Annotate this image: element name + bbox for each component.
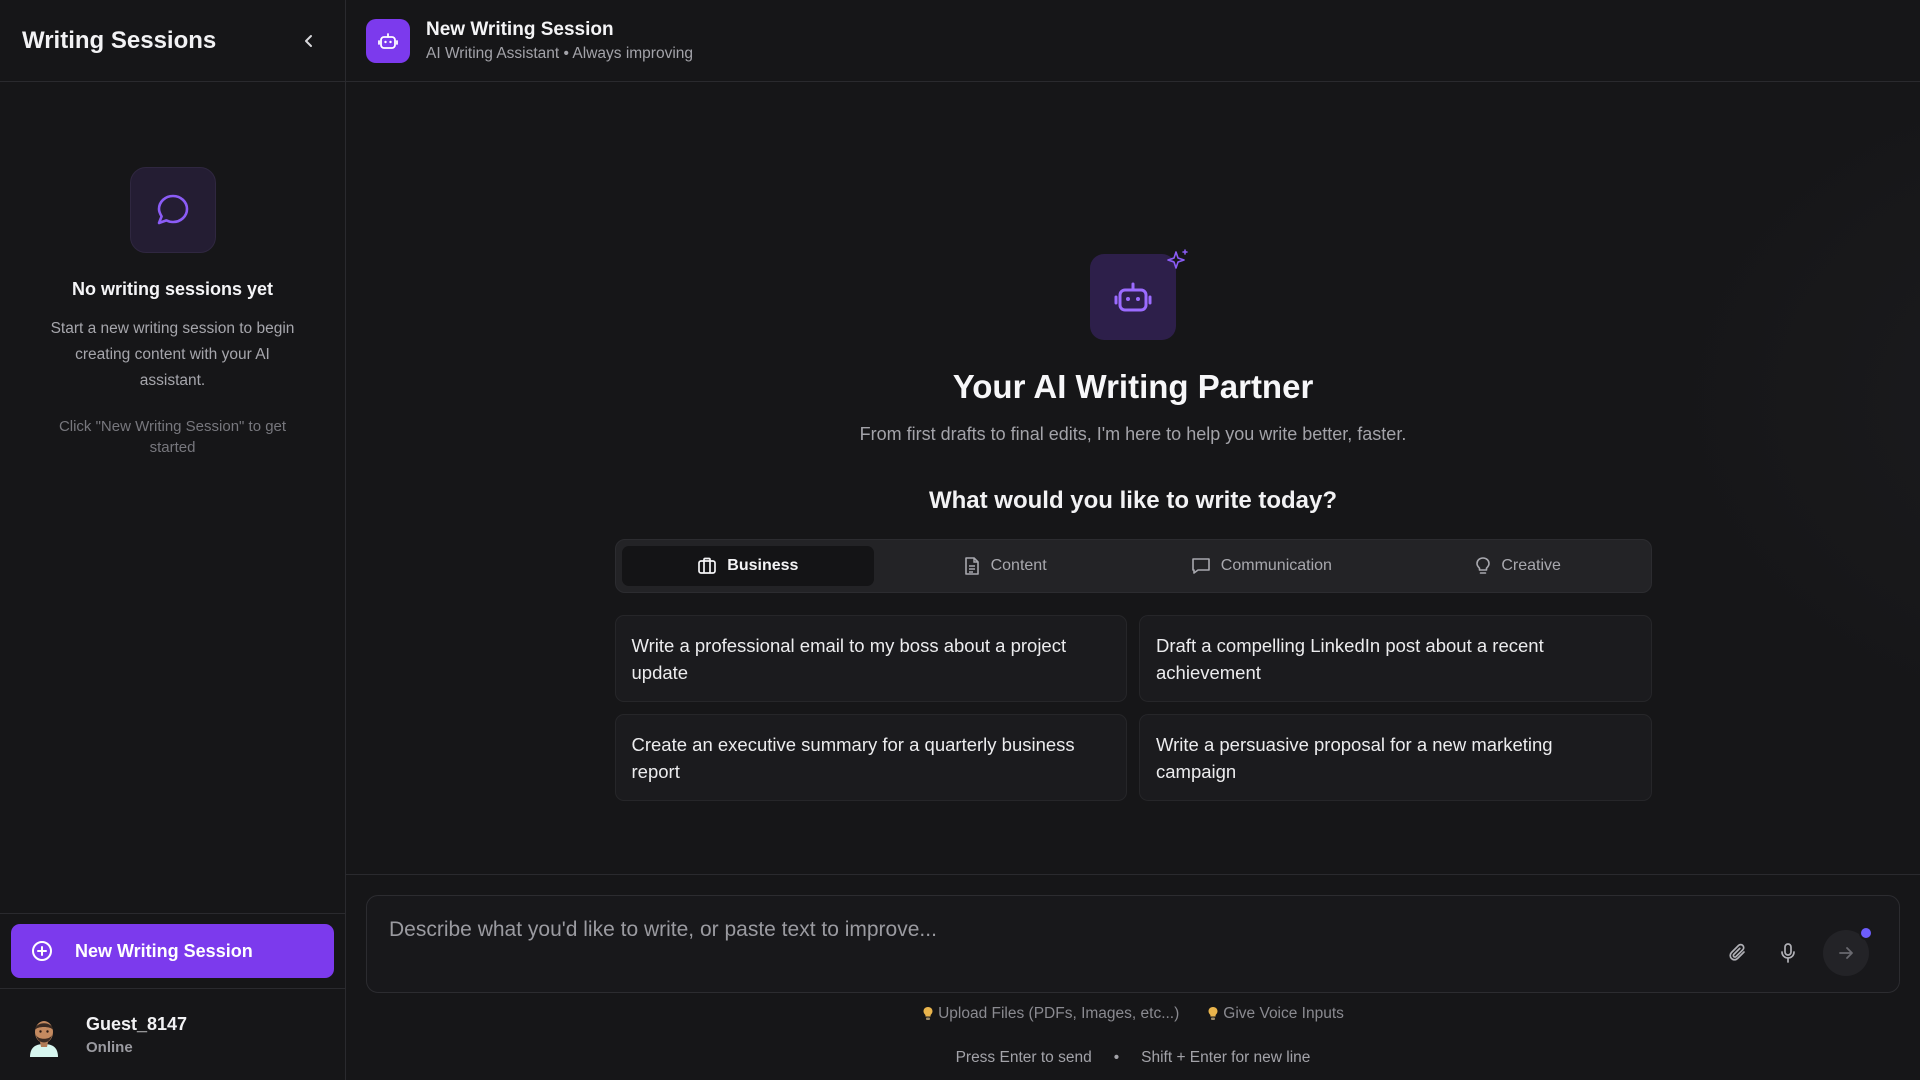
empty-state-icon-box [129, 167, 216, 253]
hero-subtitle: From first drafts to final edits, I'm he… [859, 424, 1407, 444]
attach-file-button[interactable] [1723, 938, 1753, 968]
voice-input-button[interactable] [1773, 938, 1803, 968]
main-panel: New Writing Session AI Writing Assistant… [346, 0, 1920, 1080]
keyboard-hints: Press Enter to send • Shift + Enter for … [366, 1049, 1900, 1067]
new-writing-session-button[interactable]: New Writing Session [11, 924, 334, 978]
document-icon [964, 557, 979, 575]
prompt-card[interactable]: Write a professional email to my boss ab… [614, 615, 1127, 702]
category-tabs: Business Content Communication Creative [614, 539, 1652, 593]
paperclip-icon [1729, 943, 1745, 961]
chevron-left-icon [305, 34, 312, 47]
tab-creative[interactable]: Creative [1392, 546, 1645, 586]
briefcase-icon [698, 557, 717, 574]
message-input[interactable] [389, 918, 1689, 942]
user-profile[interactable]: Guest_8147 Online [0, 988, 345, 1080]
hint-separator: • [1113, 1049, 1120, 1066]
prompt-question: What would you like to write today? [928, 487, 1337, 514]
sidebar: Writing Sessions No writing sessions yet… [0, 0, 346, 1080]
robot-icon [1114, 282, 1152, 312]
lightbulb-icon [1208, 1007, 1218, 1020]
composer-hints: Upload Files (PDFs, Images, etc...) Give… [366, 1005, 1900, 1023]
user-info: Guest_8147 Online [86, 1014, 187, 1056]
voice-hint: Give Voice Inputs [1207, 1005, 1344, 1023]
tab-business[interactable]: Business [621, 546, 875, 586]
session-heading: New Writing Session AI Writing Assistant… [426, 19, 693, 63]
sidebar-footer: New Writing Session [0, 913, 345, 988]
send-button[interactable] [1823, 926, 1873, 976]
tab-creative-label: Creative [1501, 557, 1561, 574]
prompt-card[interactable]: Write a persuasive proposal for a new ma… [1139, 714, 1652, 801]
tab-business-label: Business [727, 557, 799, 574]
tab-communication-label: Communication [1220, 557, 1332, 574]
new-writing-session-label: New Writing Session [75, 940, 253, 961]
upload-hint-text: Upload Files (PDFs, Images, etc...) [938, 1005, 1180, 1022]
user-name: Guest_8147 [86, 1013, 188, 1034]
robot-icon [378, 32, 398, 49]
sidebar-header: Writing Sessions [0, 0, 345, 82]
microphone-icon [1781, 943, 1795, 963]
notification-dot [1859, 926, 1873, 940]
tab-content-label: Content [990, 557, 1047, 574]
welcome-area: Your AI Writing Partner From first draft… [346, 82, 1920, 874]
empty-sessions-state: No writing sessions yet Start a new writ… [0, 82, 345, 913]
newline-hint: Shift + Enter for new line [1141, 1049, 1311, 1066]
avatar [30, 1020, 58, 1057]
upload-hint: Upload Files (PDFs, Images, etc...) [922, 1005, 1179, 1023]
assistant-avatar [366, 18, 410, 63]
empty-state-hint: Click "New Writing Session" to get start… [58, 418, 287, 456]
plus-circle-icon [31, 940, 53, 962]
empty-state-description: Start a new writing session to begin cre… [50, 320, 295, 389]
composer-actions [1723, 926, 1873, 976]
top-bar: New Writing Session AI Writing Assistant… [346, 0, 1920, 82]
user-status: Online [86, 1038, 133, 1056]
hero-icon-wrap [1090, 249, 1188, 340]
sidebar-title: Writing Sessions [22, 26, 217, 54]
hero-title: Your AI Writing Partner [952, 368, 1314, 405]
sparkle-icon [1167, 249, 1188, 269]
arrow-right-icon [1839, 947, 1853, 959]
send-hint: Press Enter to send [955, 1049, 1092, 1066]
lightbulb-icon [1476, 557, 1491, 574]
session-title: New Writing Session [426, 18, 614, 40]
voice-hint-text: Give Voice Inputs [1223, 1005, 1344, 1022]
tab-content[interactable]: Content [878, 546, 1131, 586]
lightbulb-icon [923, 1007, 933, 1020]
prompt-card[interactable]: Create an executive summary for a quarte… [614, 714, 1127, 801]
chat-bubble-icon [157, 194, 188, 225]
session-subtitle: AI Writing Assistant • Always improving [426, 44, 694, 62]
composer [366, 895, 1900, 993]
tab-communication[interactable]: Communication [1135, 546, 1388, 586]
empty-state-title: No writing sessions yet [71, 279, 274, 299]
chat-icon [1191, 558, 1210, 574]
prompt-suggestions: Write a professional email to my boss ab… [614, 615, 1652, 801]
collapse-sidebar-button[interactable] [295, 27, 323, 55]
prompt-card[interactable]: Draft a compelling LinkedIn post about a… [1139, 615, 1652, 702]
composer-area: Upload Files (PDFs, Images, etc...) Give… [346, 874, 1920, 1080]
